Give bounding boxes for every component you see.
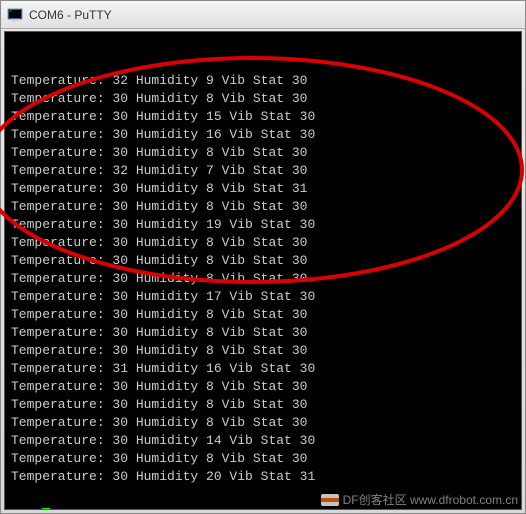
terminal-line: Temperature: 32 Humidity 7 Vib Stat 30 [11,162,515,180]
terminal-line: Temperature: 32 Humidity 9 Vib Stat 30 [11,72,515,90]
terminal-line: Temperature: 30 Humidity 19 Vib Stat 30 [11,216,515,234]
terminal-line: Temperature: 30 Humidity 8 Vib Stat 30 [11,270,515,288]
terminal-line: Temperature: 30 Humidity 8 Vib Stat 30 [11,378,515,396]
putty-icon [7,7,23,23]
terminal-rows: Temperature: 32 Humidity 9 Vib Stat 30Te… [11,72,515,486]
terminal-line: Temperature: 30 Humidity 8 Vib Stat 30 [11,396,515,414]
terminal-line: Temperature: 30 Humidity 8 Vib Stat 30 [11,144,515,162]
putty-window: COM6 - PuTTY Temperature: 32 Humidity 9 … [0,0,526,514]
terminal-line: Temperature: 30 Humidity 8 Vib Stat 30 [11,414,515,432]
terminal-line: Temperature: 30 Humidity 8 Vib Stat 30 [11,90,515,108]
terminal-line: Temperature: 30 Humidity 8 Vib Stat 30 [11,450,515,468]
terminal-line: Temperature: 30 Humidity 8 Vib Stat 30 [11,198,515,216]
terminal-output[interactable]: Temperature: 32 Humidity 9 Vib Stat 30Te… [4,31,522,510]
terminal-line: Temperature: 30 Humidity 8 Vib Stat 30 [11,342,515,360]
terminal-line: Temperature: 30 Humidity 15 Vib Stat 30 [11,108,515,126]
terminal-line: Temperature: 30 Humidity 8 Vib Stat 30 [11,306,515,324]
terminal-cursor [42,508,50,510]
window-title: COM6 - PuTTY [29,8,112,22]
terminal-line: Temperature: 30 Humidity 8 Vib Stat 31 [11,180,515,198]
terminal-line: Temperature: 30 Humidity 17 Vib Stat 30 [11,288,515,306]
terminal-line: Temperature: 30 Humidity 14 Vib Stat 30 [11,432,515,450]
terminal-line: Temperature: 30 Humidity 16 Vib Stat 30 [11,126,515,144]
terminal-line: Temperature: 30 Humidity 8 Vib Stat 30 [11,324,515,342]
window-titlebar[interactable]: COM6 - PuTTY [1,1,525,29]
terminal-line: Temperature: 30 Humidity 20 Vib Stat 31 [11,468,515,486]
terminal-line: Temperature: 30 Humidity 8 Vib Stat 30 [11,234,515,252]
terminal-line: Temperature: 30 Humidity 8 Vib Stat 30 [11,252,515,270]
terminal-line: Temperature: 31 Humidity 16 Vib Stat 30 [11,360,515,378]
